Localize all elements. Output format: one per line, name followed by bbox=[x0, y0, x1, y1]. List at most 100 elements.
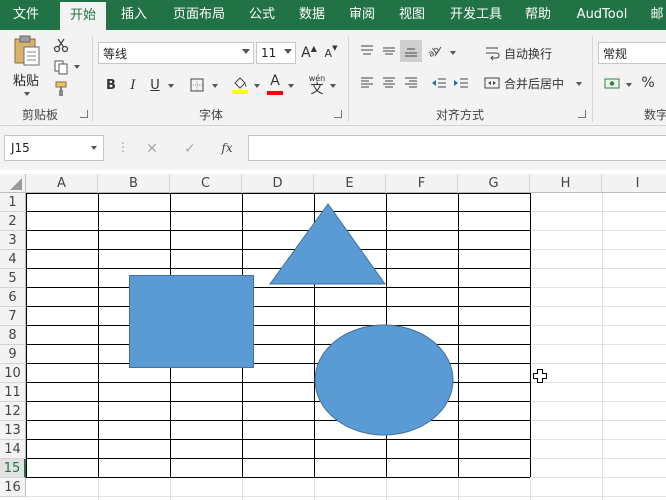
format-painter-button[interactable] bbox=[50, 80, 72, 98]
cell-cursor-icon bbox=[533, 369, 547, 383]
clipboard-group-label: 剪贴板 bbox=[21, 108, 58, 122]
phonetic-char: 文 bbox=[310, 81, 324, 97]
ellipse-shape[interactable] bbox=[314, 324, 454, 436]
borders-dropdown-icon[interactable] bbox=[212, 84, 218, 88]
copy-icon bbox=[54, 60, 68, 75]
copy-button[interactable] bbox=[50, 58, 72, 76]
align-top-button[interactable] bbox=[356, 40, 378, 62]
tab-insert[interactable]: 插入 bbox=[112, 0, 156, 30]
wrap-text-icon bbox=[486, 47, 500, 61]
decrease-indent-icon bbox=[432, 78, 446, 88]
accounting-format-button[interactable] bbox=[602, 72, 624, 94]
font-name-combo[interactable]: 等线 bbox=[98, 42, 254, 64]
orientation-button[interactable]: ab bbox=[424, 40, 446, 62]
copy-dropdown-icon[interactable] bbox=[74, 65, 80, 69]
chevron-down-icon[interactable] bbox=[91, 146, 97, 150]
align-middle-icon bbox=[383, 47, 395, 55]
percent-button[interactable]: % bbox=[638, 72, 658, 94]
orientation-dropdown-icon[interactable] bbox=[450, 51, 456, 55]
fill-color-button[interactable] bbox=[228, 72, 252, 96]
alignment-launcher-icon[interactable] bbox=[578, 110, 586, 118]
font-size-value: 11 bbox=[261, 46, 277, 60]
borders-icon bbox=[190, 78, 204, 92]
formula-input[interactable] bbox=[248, 135, 666, 161]
paste-button[interactable] bbox=[10, 34, 44, 68]
tab-page-layout[interactable]: 页面布局 bbox=[168, 0, 230, 30]
clipboard-launcher-icon[interactable] bbox=[80, 110, 88, 118]
tab-mail[interactable]: 邮 bbox=[646, 0, 666, 30]
phonetic-dropdown-icon[interactable] bbox=[330, 84, 336, 88]
chevron-down-icon[interactable] bbox=[242, 49, 250, 54]
name-box-value: J15 bbox=[11, 141, 30, 155]
tab-audtool[interactable]: AudTool bbox=[570, 0, 634, 30]
paste-label[interactable]: 粘贴 bbox=[13, 70, 39, 89]
chevron-down-icon[interactable] bbox=[284, 49, 292, 54]
tab-developer[interactable]: 开发工具 bbox=[444, 0, 508, 30]
grow-font-icon: A bbox=[301, 45, 311, 61]
tab-data[interactable]: 数据 bbox=[290, 0, 334, 30]
align-left-button[interactable] bbox=[356, 72, 378, 94]
shapes-layer bbox=[129, 203, 454, 436]
accounting-dropdown-icon[interactable] bbox=[626, 83, 632, 87]
triangle-shape[interactable] bbox=[269, 203, 386, 285]
font-color-button[interactable]: A bbox=[264, 72, 286, 96]
merge-center-button[interactable]: 合并后居中 bbox=[484, 72, 570, 94]
tab-help[interactable]: 帮助 bbox=[516, 0, 560, 30]
accounting-icon bbox=[604, 78, 620, 89]
enter-icon[interactable]: ✓ bbox=[180, 140, 200, 158]
align-bottom-icon bbox=[405, 48, 417, 57]
font-group-label: 字体 bbox=[198, 108, 223, 122]
ribbon: 粘贴 剪贴板 等线 11 A ▲ A ▼ B I U A wén 文 字体 ab… bbox=[0, 30, 666, 126]
cancel-icon[interactable]: ✕ bbox=[142, 140, 162, 158]
tab-view[interactable]: 视图 bbox=[390, 0, 434, 30]
format-painter-icon bbox=[55, 81, 67, 96]
align-right-icon bbox=[405, 77, 417, 88]
bold-button[interactable]: B bbox=[102, 74, 120, 96]
tab-file[interactable]: 文件 bbox=[4, 0, 48, 30]
increase-indent-button[interactable] bbox=[450, 72, 472, 94]
align-bottom-button[interactable] bbox=[400, 40, 422, 62]
grow-font-button[interactable]: A ▲ bbox=[300, 42, 318, 64]
number-format-combo[interactable]: 常规 bbox=[598, 42, 666, 64]
paste-icon bbox=[14, 35, 40, 66]
ribbon-tab-bar: 文件 开始 插入 页面布局 公式 数据 审阅 视图 开发工具 帮助 AudToo… bbox=[0, 0, 666, 30]
cut-button[interactable] bbox=[50, 36, 72, 54]
italic-button[interactable]: I bbox=[124, 74, 142, 96]
align-center-icon bbox=[383, 77, 395, 88]
fill-color-dropdown-icon[interactable] bbox=[254, 84, 260, 88]
align-left-icon bbox=[361, 77, 373, 88]
merge-dropdown-icon[interactable] bbox=[576, 82, 582, 86]
font-launcher-icon[interactable] bbox=[334, 110, 342, 118]
group-separator bbox=[92, 36, 93, 122]
font-name-value: 等线 bbox=[103, 46, 128, 61]
rectangle-shape[interactable] bbox=[129, 275, 254, 368]
underline-dropdown-icon[interactable] bbox=[168, 84, 174, 88]
tab-review[interactable]: 审阅 bbox=[340, 0, 384, 30]
name-box[interactable]: J15 bbox=[4, 135, 104, 161]
scissors-icon bbox=[53, 38, 69, 53]
tab-formulas[interactable]: 公式 bbox=[240, 0, 284, 30]
wrap-text-button[interactable]: 自动换行 bbox=[484, 42, 564, 64]
fill-bucket-icon bbox=[232, 77, 248, 94]
align-right-button[interactable] bbox=[400, 72, 422, 94]
decrease-indent-button[interactable] bbox=[428, 72, 450, 94]
merge-center-label: 合并后居中 bbox=[504, 76, 565, 91]
font-size-combo[interactable]: 11 bbox=[256, 42, 296, 64]
align-center-button[interactable] bbox=[378, 72, 400, 94]
tab-home[interactable]: 开始 bbox=[60, 2, 106, 30]
number-format-value: 常规 bbox=[603, 46, 628, 61]
align-middle-button[interactable] bbox=[378, 40, 400, 62]
worksheet-grid: A B C D E F G H I 1 2 3 4 5 6 7 8 9 10 1… bbox=[0, 170, 666, 500]
number-group-label: 数字 bbox=[644, 108, 666, 122]
phonetic-guide-button[interactable]: wén 文 bbox=[306, 72, 328, 98]
underline-button[interactable]: U bbox=[146, 74, 164, 96]
shrink-font-icon: A bbox=[324, 46, 333, 60]
insert-function-button[interactable]: fx bbox=[216, 139, 238, 157]
wrap-text-label: 自动换行 bbox=[504, 46, 553, 61]
shrink-font-button[interactable]: A ▼ bbox=[322, 42, 340, 64]
borders-button[interactable] bbox=[186, 74, 208, 96]
formula-bar: J15 ⋮ ✕ ✓ fx bbox=[0, 126, 666, 170]
font-color-dropdown-icon[interactable] bbox=[288, 84, 294, 88]
paste-dropdown-icon[interactable] bbox=[24, 92, 30, 96]
group-separator bbox=[592, 36, 593, 122]
